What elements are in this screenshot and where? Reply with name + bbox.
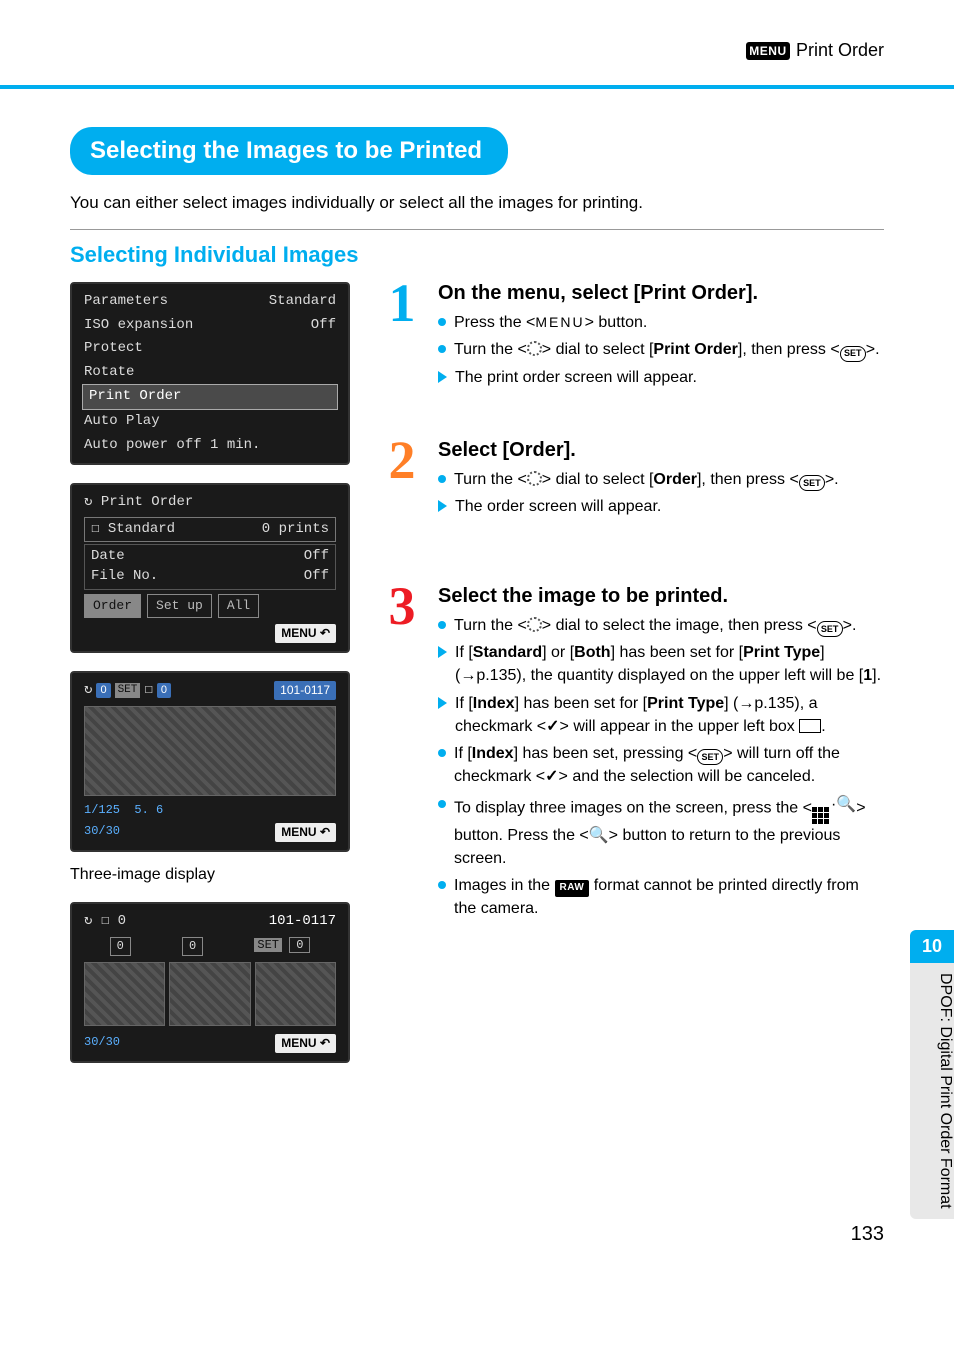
step-number-1: 1 <box>380 282 424 393</box>
checkmark-icon: ✓ <box>545 768 558 785</box>
lcd-print-order: ↻ Print Order ☐ Standard0 prints DateOff… <box>70 483 350 652</box>
result-arrow-icon <box>438 646 447 658</box>
step-2-item-2: The order screen will appear. <box>455 495 661 518</box>
order-indicator: ↻ ☐ 0 <box>84 912 126 932</box>
step-1-item-2: Turn the <> dial to select [Print Order]… <box>454 338 880 362</box>
tab-order: Order <box>84 594 141 618</box>
image-thumbnail <box>84 706 336 796</box>
folder-number: 101-0117 <box>274 681 336 700</box>
header-title: Print Order <box>796 40 884 61</box>
step-3-item-6: Images in the RAW format cannot be print… <box>454 874 884 920</box>
lcd-play-menu: ParametersStandard ISO expansionOff Prot… <box>70 282 350 465</box>
step-3-item-3: If [Index] has been set for [Print Type]… <box>455 692 884 738</box>
step-3-item-1: Turn the <> dial to select the image, th… <box>454 614 856 638</box>
menu-item: Auto Play <box>84 412 160 432</box>
chapter-tab: 10 DPOF: Digital Print Order Format <box>910 930 954 1219</box>
section-title: Selecting the Images to be Printed <box>70 127 508 175</box>
page-header: MENU Print Order <box>70 0 884 71</box>
menu-chip-icon: MENU <box>746 42 790 60</box>
lcd-order-single: ↻ 0 SET ☐ 0 101-0117 1/125 5. 6 30/30 ME… <box>70 671 350 852</box>
quick-dial-icon <box>527 471 542 486</box>
menu-return-icon: MENU ↶ <box>275 624 336 643</box>
header-divider <box>0 85 954 89</box>
folder-number: 101-0117 <box>269 912 336 932</box>
bullet-icon <box>438 800 446 808</box>
triple-thumbnails <box>84 962 336 1026</box>
set-button-icon: SET <box>840 346 866 362</box>
separator <box>70 229 884 230</box>
figure-caption: Three-image display <box>70 866 350 884</box>
step-3: 3 Select the image to be printed. Turn t… <box>380 585 884 925</box>
page-number: 133 <box>70 1223 884 1246</box>
reduce-icon: ·🔍 <box>812 793 856 824</box>
chapter-number: 10 <box>910 930 954 963</box>
step-1-title: On the menu, select [Print Order]. <box>380 282 884 305</box>
menu-item: Parameters <box>84 292 168 312</box>
result-arrow-icon <box>438 697 447 709</box>
result-arrow-icon <box>438 500 447 512</box>
exposure-info: 1/125 5. 6 <box>84 802 163 819</box>
step-2-title: Select [Order]. <box>380 439 884 462</box>
checkbox-icon <box>799 719 821 733</box>
step-number-2: 2 <box>380 439 424 523</box>
bullet-icon <box>438 881 446 889</box>
step-2: 2 Select [Order]. Turn the <> dial to se… <box>380 439 884 523</box>
image-counter: 30/30 <box>84 1034 120 1053</box>
set-button-icon: SET <box>799 475 825 491</box>
step-3-item-5: To display three images on the screen, p… <box>454 793 884 871</box>
screen-title: ↻ Print Order <box>84 493 193 513</box>
set-button-icon: SET <box>697 749 723 765</box>
step-2-item-1: Turn the <> dial to select [Order], then… <box>454 468 839 492</box>
tab-all: All <box>218 594 259 618</box>
quick-dial-icon <box>527 341 542 356</box>
enlarge-icon: 🔍 <box>589 824 609 847</box>
bullet-icon <box>438 318 446 326</box>
bullet-icon <box>438 749 446 757</box>
step-3-item-2: If [Standard] or [Both] has been set for… <box>455 641 884 687</box>
menu-item: ISO expansion <box>84 316 193 336</box>
tab-setup: Set up <box>147 594 212 618</box>
menu-item-selected: Print Order <box>89 387 181 407</box>
raw-format-icon: RAW <box>555 880 590 897</box>
menu-item: Rotate <box>84 363 134 383</box>
menu-item: Auto power off 1 min. <box>84 436 260 456</box>
bullet-icon <box>438 475 446 483</box>
bullet-icon <box>438 345 446 353</box>
bullet-icon <box>438 621 446 629</box>
checkmark-icon: ✓ <box>546 718 559 735</box>
step-3-title: Select the image to be printed. <box>380 585 884 608</box>
lcd-order-triple: ↻ ☐ 0 101-0117 0 0 SET 0 30/30 MENU ↶ <box>70 902 350 1063</box>
step-1-item-1: Press the <MENU> button. <box>454 311 647 334</box>
step-3-item-4: If [Index] has been set, pressing <SET> … <box>454 742 884 789</box>
step-1: 1 On the menu, select [Print Order]. Pre… <box>380 282 884 393</box>
step-1-item-3: The print order screen will appear. <box>455 366 697 389</box>
menu-button-icon: MENU <box>535 312 584 332</box>
intro-text: You can either select images individuall… <box>70 193 884 213</box>
menu-return-icon: MENU ↶ <box>275 823 336 842</box>
menu-return-icon: MENU ↶ <box>275 1034 336 1053</box>
order-indicator: ↻ 0 SET ☐ 0 <box>84 681 171 701</box>
sub-section-title: Selecting Individual Images <box>70 242 884 268</box>
quick-dial-icon <box>527 617 542 632</box>
step-number-3: 3 <box>380 585 424 925</box>
set-button-icon: SET <box>817 621 843 637</box>
image-counter: 30/30 <box>84 823 120 842</box>
result-arrow-icon <box>438 371 447 383</box>
menu-item: Protect <box>84 339 143 359</box>
chapter-label: DPOF: Digital Print Order Format <box>910 963 954 1219</box>
